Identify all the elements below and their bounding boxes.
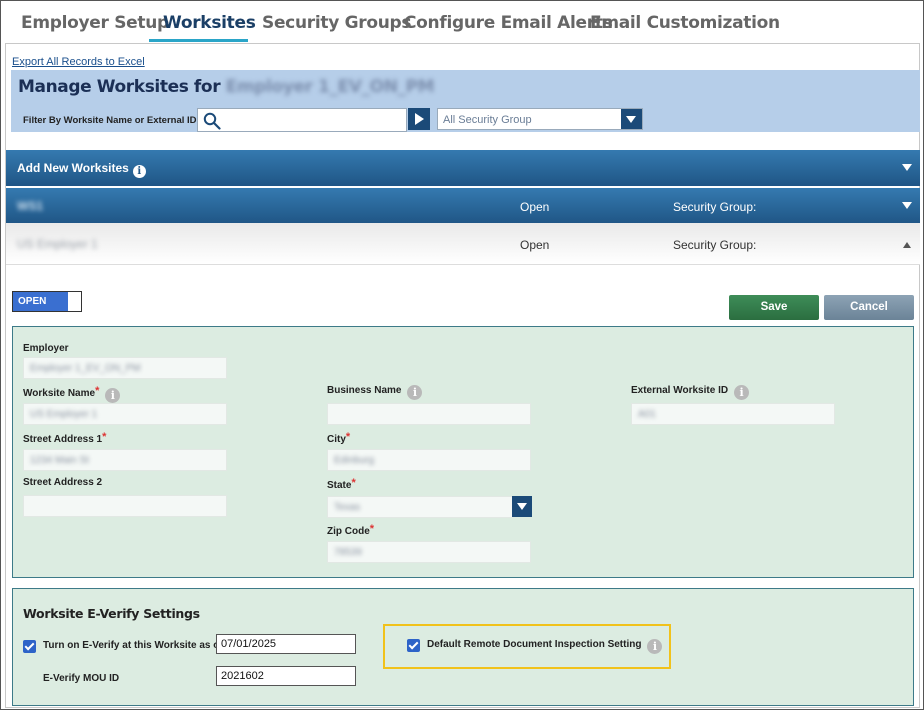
- worksite-row-security-group: Security Group:: [673, 238, 757, 252]
- info-icon[interactable]: i: [132, 165, 146, 178]
- business-name-field[interactable]: [327, 403, 531, 425]
- info-icon[interactable]: i: [734, 385, 750, 400]
- chevron-down-icon[interactable]: [512, 496, 532, 517]
- add-new-worksites-bar[interactable]: Add New Worksites i: [6, 150, 920, 186]
- zip-code-value-redacted: 78539: [334, 547, 362, 558]
- chevron-down-icon: [621, 109, 642, 129]
- cancel-button[interactable]: Cancel: [824, 295, 914, 320]
- state-value-redacted: Texas: [334, 502, 361, 513]
- search-box: [197, 108, 407, 132]
- worksite-row-security-group: Security Group:: [673, 200, 757, 214]
- zip-code-field[interactable]: 78539: [327, 541, 531, 563]
- required-mark: *: [95, 385, 100, 397]
- zip-code-label-text: Zip Code: [327, 526, 370, 537]
- worksite-row[interactable]: WS1 Open Security Group:: [6, 188, 920, 224]
- everify-settings-panel: Worksite E-Verify Settings Turn on E-Ver…: [12, 588, 914, 706]
- security-group-filter-value: All Security Group: [443, 114, 532, 126]
- required-mark: *: [102, 431, 107, 443]
- street-address-1-value-redacted: 1234 Main St: [30, 455, 89, 466]
- filter-label: Filter By Worksite Name or External ID: [23, 115, 197, 126]
- page-title: Manage Worksites for Employer 1_EV_ON_PM: [18, 77, 435, 97]
- tab-email-customization[interactable]: Email Customization: [590, 13, 780, 33]
- worksite-name-label: Worksite Name* i: [23, 385, 121, 403]
- street-address-1-label-text: Street Address 1: [23, 434, 103, 445]
- state-label-text: State: [327, 480, 352, 491]
- worksite-row-name-redacted: WS1: [17, 199, 44, 213]
- business-name-label: Business Name i: [327, 385, 423, 400]
- add-new-worksites-label: Add New Worksites i: [17, 161, 146, 178]
- search-icon: [203, 112, 221, 130]
- worksite-name-field[interactable]: US Employer 1: [23, 403, 227, 425]
- street-address-2-label: Street Address 2: [23, 477, 103, 488]
- street-address-1-field[interactable]: 1234 Main St: [23, 449, 227, 471]
- street-address-1-label: Street Address 1*: [23, 431, 106, 445]
- worksite-details-panel: Employer Employer 1_EV_ON_PM Worksite Na…: [12, 326, 914, 578]
- status-toggle[interactable]: OPEN: [12, 291, 82, 312]
- chevron-down-icon[interactable]: [902, 164, 912, 171]
- add-new-worksites-text: Add New Worksites: [17, 161, 129, 175]
- external-worksite-id-field[interactable]: A01: [631, 403, 835, 425]
- everify-enable-label: Turn on E-Verify at this Worksite as of: [43, 640, 223, 651]
- external-worksite-id-value-redacted: A01: [638, 409, 656, 420]
- tab-configure-email-alerts[interactable]: Configure Email Alerts: [404, 13, 613, 33]
- manage-worksites-header: Manage Worksites for Employer 1_EV_ON_PM…: [11, 70, 920, 132]
- required-mark: *: [369, 523, 375, 535]
- business-name-label-text: Business Name: [327, 385, 402, 396]
- zip-code-label: Zip Code*: [327, 523, 374, 537]
- info-icon[interactable]: i: [407, 385, 423, 400]
- chevron-up-icon[interactable]: [903, 242, 911, 248]
- worksite-name-value-redacted: US Employer 1: [30, 409, 98, 420]
- city-label-text: City: [327, 434, 346, 445]
- info-icon[interactable]: i: [105, 388, 121, 403]
- required-mark: *: [351, 477, 356, 489]
- export-excel-link[interactable]: Export All Records to Excel: [12, 56, 145, 68]
- employer-value-redacted: Employer 1_EV_ON_PM: [30, 363, 141, 374]
- worksite-name-label-text: Worksite Name: [23, 388, 96, 399]
- everify-enable-checkbox[interactable]: [23, 640, 36, 653]
- info-icon[interactable]: i: [647, 639, 663, 654]
- everify-mou-label: E-Verify MOU ID: [43, 673, 120, 684]
- worksite-row-expanded[interactable]: US Employer 1 Open Security Group:: [6, 223, 920, 265]
- city-value-redacted: Edinburg: [334, 455, 375, 466]
- city-label: City*: [327, 431, 350, 445]
- employer-label: Employer: [23, 343, 69, 354]
- tab-worksites[interactable]: Worksites: [163, 13, 256, 33]
- everify-settings-title: Worksite E-Verify Settings: [23, 606, 200, 621]
- external-worksite-id-label: External Worksite ID i: [631, 385, 750, 400]
- remote-inspection-highlight: Default Remote Document Inspection Setti…: [383, 624, 671, 669]
- remote-inspection-label: Default Remote Document Inspection Setti…: [427, 639, 663, 654]
- page-title-text: Manage Worksites for: [18, 77, 221, 97]
- search-go-button[interactable]: [408, 108, 430, 130]
- active-tab-indicator: [149, 39, 248, 42]
- worksite-row-status: Open: [520, 238, 550, 252]
- worksite-row-name-redacted: US Employer 1: [17, 237, 98, 251]
- security-group-filter-select[interactable]: All Security Group: [437, 108, 643, 130]
- street-address-2-field[interactable]: [23, 495, 227, 517]
- remote-inspection-checkbox[interactable]: [407, 639, 420, 652]
- everify-date-input[interactable]: 07/01/2025: [216, 634, 356, 654]
- state-select[interactable]: Texas: [327, 496, 513, 518]
- tab-employer-setup[interactable]: Employer Setup: [21, 13, 169, 33]
- employer-name-redacted: Employer 1_EV_ON_PM: [225, 77, 435, 97]
- employer-field: Employer 1_EV_ON_PM: [23, 357, 227, 379]
- status-badge: OPEN: [13, 292, 68, 311]
- tab-security-groups[interactable]: Security Groups: [262, 13, 412, 33]
- everify-mou-input[interactable]: 2021602: [216, 666, 356, 686]
- save-button[interactable]: Save: [729, 295, 819, 320]
- state-label: State*: [327, 477, 356, 491]
- chevron-down-icon[interactable]: [902, 202, 912, 209]
- required-mark: *: [345, 431, 351, 443]
- city-field[interactable]: Edinburg: [327, 449, 531, 471]
- search-input[interactable]: [224, 111, 404, 129]
- external-worksite-id-label-text: External Worksite ID: [631, 385, 729, 396]
- top-tab-bar: Employer Setup Worksites Security Groups…: [1, 1, 923, 43]
- remote-inspection-label-text: Default Remote Document Inspection Setti…: [427, 639, 642, 650]
- worksite-row-status: Open: [520, 200, 550, 214]
